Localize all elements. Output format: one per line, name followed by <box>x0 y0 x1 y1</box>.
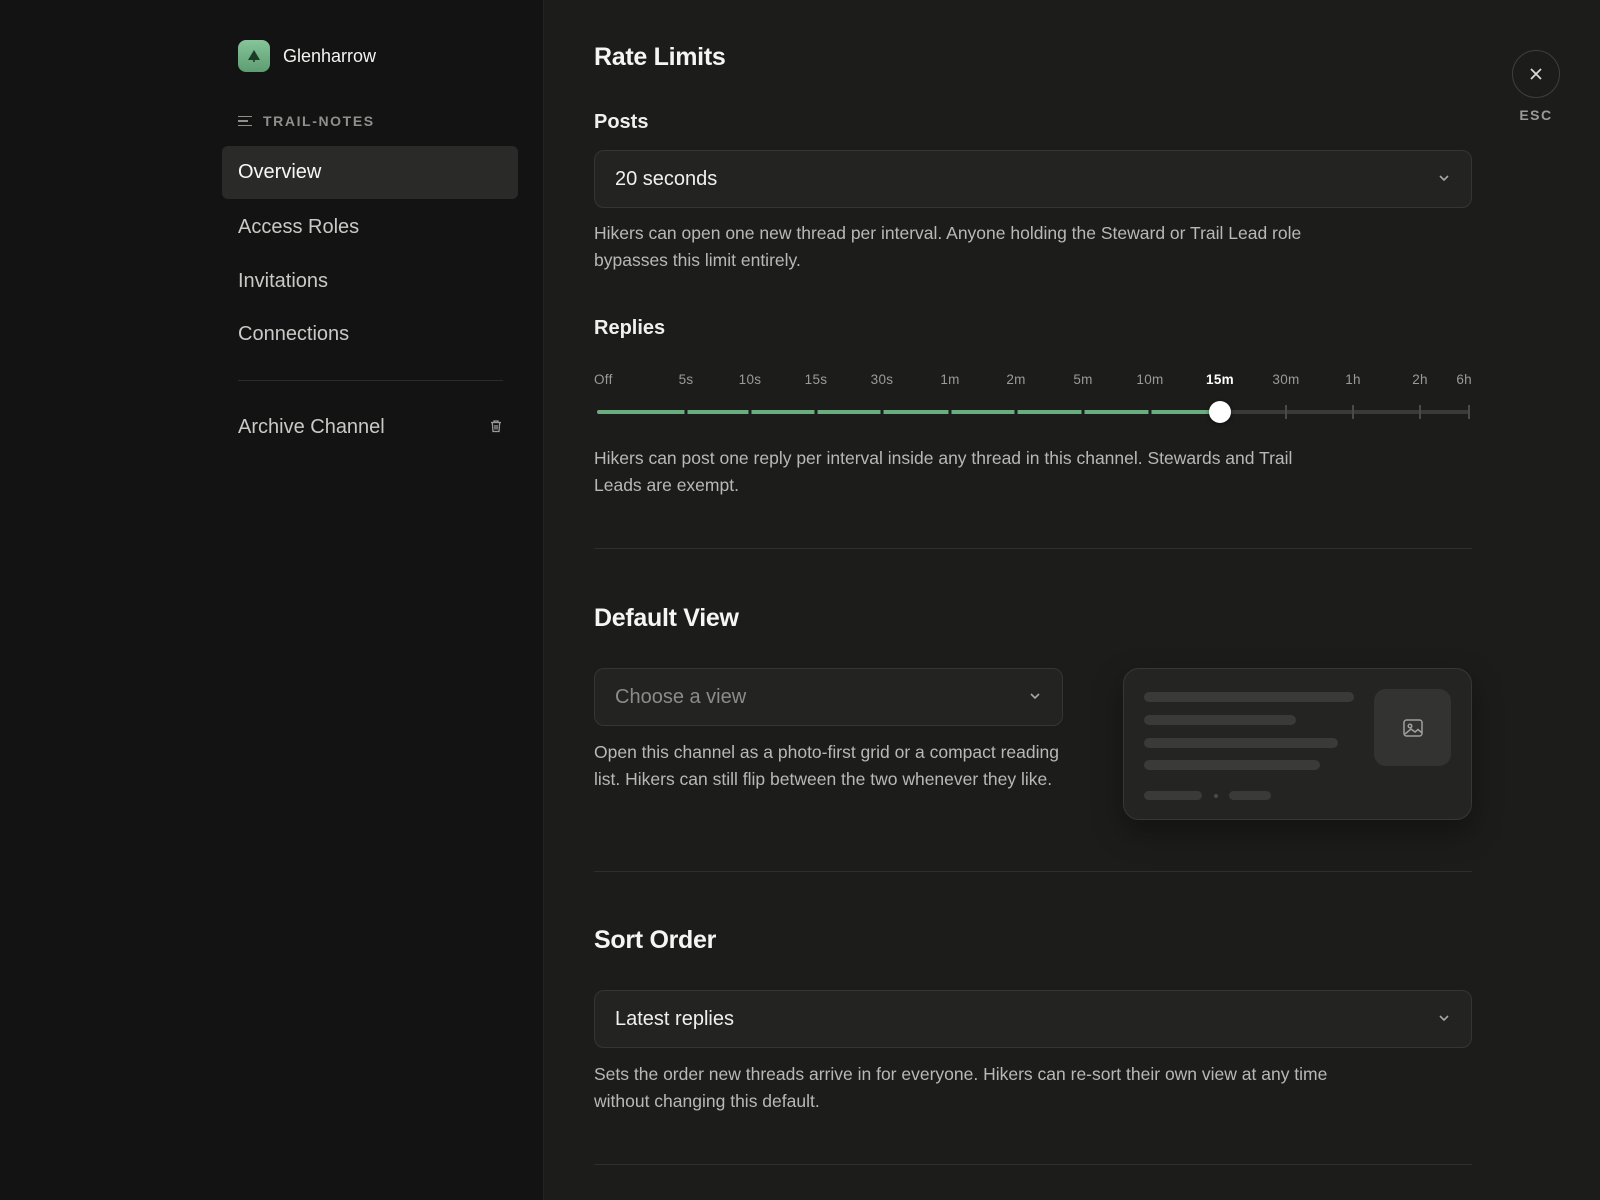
sidebar-item-label: Overview <box>238 161 322 183</box>
tick-label-5m[interactable]: 5m <box>1073 372 1092 387</box>
sidebar-item-overview[interactable]: Overview <box>222 146 518 199</box>
tick-label-30s[interactable]: 30s <box>871 372 894 387</box>
slider-notch <box>1014 405 1018 419</box>
preview-meta <box>1229 791 1271 800</box>
archive-channel-button[interactable]: Archive Channel <box>238 410 503 444</box>
tick-label-10s[interactable]: 10s <box>739 372 762 387</box>
section-divider <box>594 548 1472 549</box>
preview-line <box>1144 692 1354 702</box>
slider-notch <box>1352 405 1354 419</box>
tick-label-2h[interactable]: 2h <box>1412 372 1428 387</box>
section-divider <box>594 871 1472 872</box>
replies-tick-labels: Off 5s 10s 15s 30s 1m 2m 5m 10m 15m 30m 1h 2h 6h <box>594 372 1472 388</box>
preview-thumbnail <box>1374 689 1451 766</box>
chevron-down-icon <box>1028 686 1042 709</box>
close-button[interactable] <box>1512 50 1560 98</box>
tick-label-30m[interactable]: 30m <box>1272 372 1299 387</box>
tick-label-15m[interactable]: 15m <box>1206 372 1234 387</box>
workspace-name: Glenharrow <box>283 45 377 66</box>
sidebar-item-invitations[interactable]: Invitations <box>222 255 518 308</box>
sort-order-description: Sets the order new threads arrive in for… <box>594 1064 1328 1111</box>
channel-name: TRAIL-NOTES <box>263 113 375 129</box>
tick-label-10m[interactable]: 10m <box>1136 372 1163 387</box>
tick-label-2m[interactable]: 2m <box>1006 372 1025 387</box>
section-divider <box>594 1164 1472 1165</box>
esc-label: ESC <box>1519 107 1553 123</box>
rate-limits-title: Rate Limits <box>594 43 726 71</box>
image-icon <box>1402 718 1423 737</box>
slider-notch <box>1081 405 1085 419</box>
tick-label-1h[interactable]: 1h <box>1345 372 1361 387</box>
view-preview-card <box>1123 668 1472 820</box>
close-icon <box>1530 68 1542 80</box>
replies-interval-slider[interactable] <box>594 400 1472 424</box>
tree-logo-icon <box>238 40 270 72</box>
slider-thumb[interactable] <box>1209 401 1231 423</box>
slider-track-fill <box>597 410 1220 414</box>
posts-interval-select[interactable]: 20 seconds <box>594 150 1472 208</box>
sidebar-item-label: Connections <box>238 323 350 345</box>
slider-notch <box>1419 405 1421 419</box>
slider-notch <box>748 405 752 419</box>
preview-line <box>1144 760 1320 770</box>
posts-interval-value: 20 seconds <box>615 167 718 190</box>
trash-icon <box>489 416 503 439</box>
replies-label: Replies <box>594 317 666 339</box>
preview-line <box>1144 715 1296 725</box>
replies-description: Hikers can post one reply per interval i… <box>594 448 1293 495</box>
slider-notch <box>814 405 818 419</box>
sort-order-value: Latest replies <box>615 1007 734 1030</box>
chevron-down-icon <box>1437 168 1451 191</box>
default-view-select[interactable]: Choose a view <box>594 668 1063 726</box>
posts-label: Posts <box>594 111 649 133</box>
chevron-down-icon <box>1437 1008 1451 1031</box>
slider-notch <box>1148 405 1152 419</box>
archive-channel-label: Archive Channel <box>238 415 385 438</box>
slider-notch <box>1468 405 1470 419</box>
slider-notch <box>880 405 884 419</box>
tick-label-off[interactable]: Off <box>594 372 613 387</box>
default-view-description: Open this channel as a photo-first grid … <box>594 742 1059 789</box>
sidebar-item-access-roles[interactable]: Access Roles <box>222 201 518 254</box>
sidebar-item-connections[interactable]: Connections <box>222 308 518 361</box>
default-view-title: Default View <box>594 604 739 632</box>
preview-line <box>1144 738 1338 748</box>
tick-label-5s[interactable]: 5s <box>679 372 694 387</box>
posts-description: Hikers can open one new thread per inter… <box>594 223 1302 270</box>
tick-label-6h[interactable]: 6h <box>1456 372 1472 387</box>
sidebar-item-label: Access Roles <box>238 216 360 238</box>
sidebar-divider <box>238 380 503 381</box>
slider-notch <box>1285 405 1287 419</box>
slider-notch <box>948 405 952 419</box>
sort-order-select[interactable]: Latest replies <box>594 990 1472 1048</box>
channel-lines-icon <box>238 115 252 127</box>
preview-meta-dot <box>1214 794 1218 798</box>
sidebar: Glenharrow TRAIL-NOTES Overview Access R… <box>0 0 544 1200</box>
workspace-brand[interactable]: Glenharrow <box>238 40 376 72</box>
tick-label-1m[interactable]: 1m <box>940 372 959 387</box>
channel-section-label: TRAIL-NOTES <box>238 113 375 129</box>
sidebar-item-label: Invitations <box>238 270 329 292</box>
tick-label-15s[interactable]: 15s <box>805 372 828 387</box>
sort-order-title: Sort Order <box>594 926 717 954</box>
slider-notch <box>684 405 688 419</box>
preview-meta <box>1144 791 1202 800</box>
default-view-placeholder: Choose a view <box>615 685 747 708</box>
esc-close: ESC <box>1512 50 1560 123</box>
